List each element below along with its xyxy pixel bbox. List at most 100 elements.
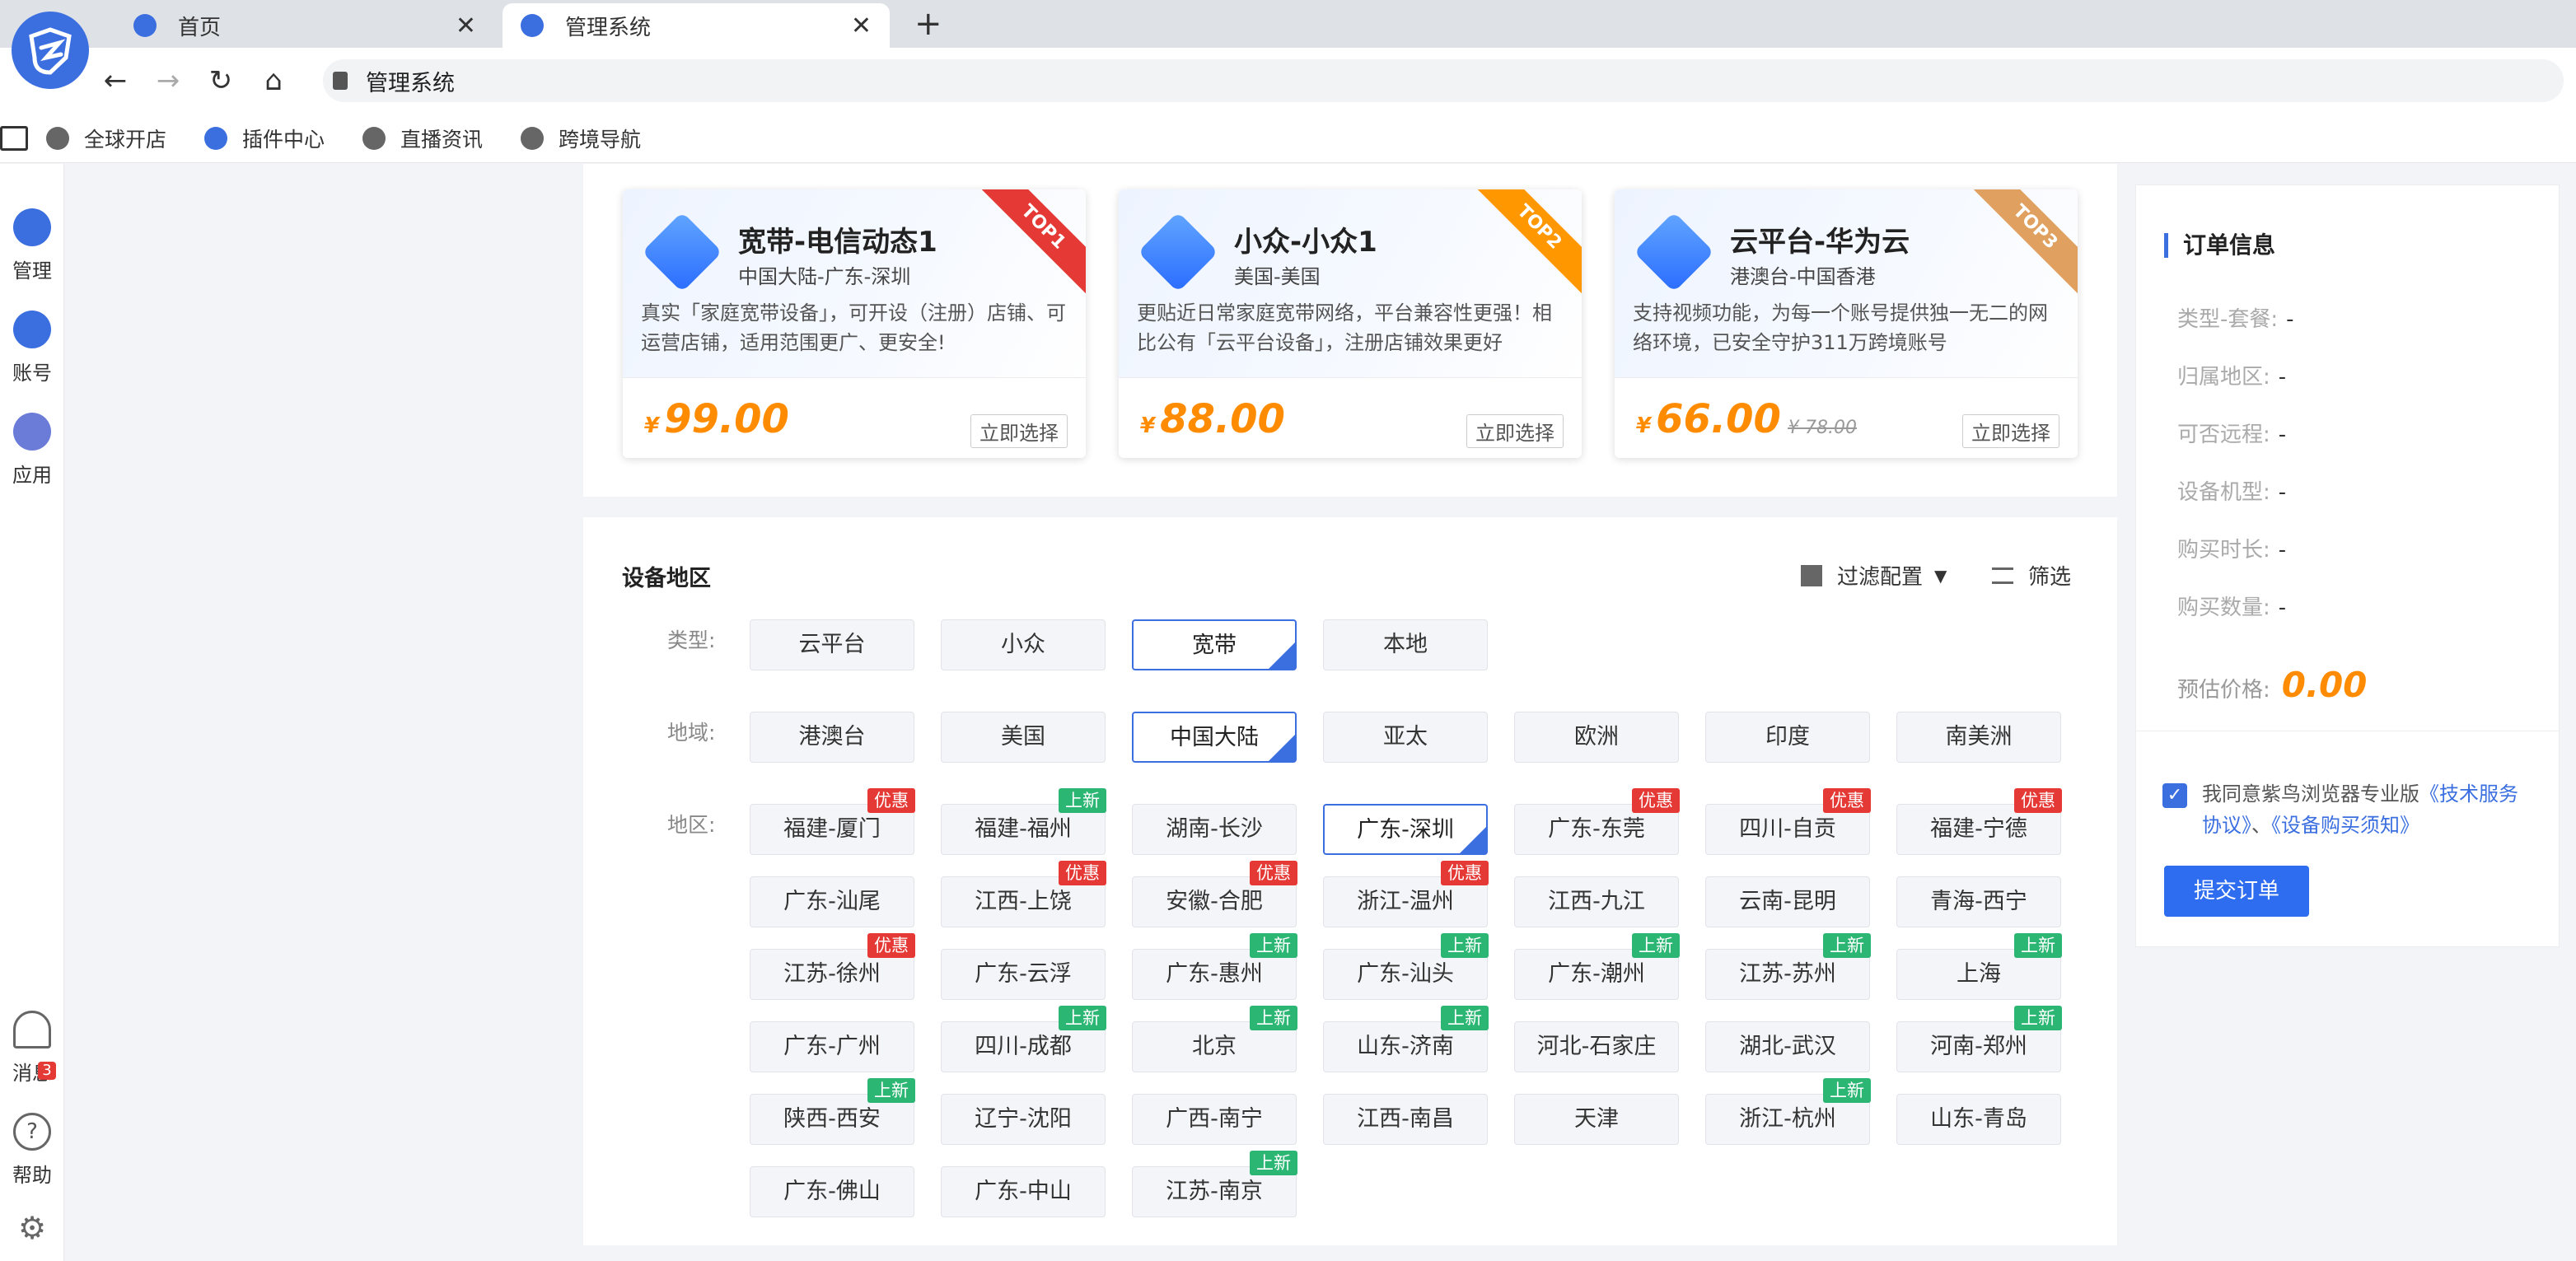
order-label: 购买时长: [2177,538,2270,563]
agree-separator: 、 [2251,814,2271,837]
region-option[interactable]: 江西-九江 [1514,876,1679,927]
region-option[interactable]: 广东-惠州 上新 [1132,933,1297,1000]
region-option[interactable]: 北京 上新 [1132,1006,1297,1072]
tab-home[interactable]: 首页 ✕ [115,3,494,48]
price-value: 88.00 [1160,396,1285,442]
tab-management[interactable]: 管理系统 ✕ [503,3,890,48]
filter-button[interactable]: 筛选 [1992,560,2071,591]
bookmark-label: 全球开店 [84,127,167,152]
area-option[interactable]: 南美洲 [1896,712,2061,763]
back-button[interactable]: ← [96,61,135,100]
region-option-label: 北京 [1192,1034,1237,1059]
featured-card[interactable]: 小众-小众1 美国-美国 更贴近日常家庭宽带网络，平台兼容性更强！相比公有「云平… [1119,189,1582,458]
region-option[interactable]: 江苏-苏州 上新 [1705,933,1871,1000]
reload-button[interactable]: ↻ [201,61,241,100]
region-option[interactable]: 四川-自贡 优惠 [1705,788,1871,855]
region-option[interactable]: 广西-南宁 [1132,1094,1297,1145]
region-option[interactable]: 江西-上饶 优惠 [941,861,1106,927]
region-option[interactable]: 广东-佛山 [750,1166,914,1217]
region-option[interactable]: 安徽-合肥 优惠 [1132,861,1297,927]
region-option[interactable]: 福建-宁德 优惠 [1896,788,2062,855]
region-option[interactable]: 云南-昆明 [1705,876,1870,927]
region-option[interactable]: 广东-云浮 [941,949,1106,1000]
region-option[interactable]: 河北-石家庄 [1514,1021,1679,1072]
bookmark-login-icon[interactable] [0,125,28,151]
order-label: 设备机型: [2177,480,2270,505]
featured-card[interactable]: 云平台-华为云 港澳台-中国香港 支持视频功能，为每一个账号提供独一无二的网络环… [1615,189,2078,458]
close-tab-icon[interactable]: ✕ [456,12,476,40]
settings-icon[interactable]: ⚙ [0,1210,64,1246]
area-option[interactable]: 欧洲 [1514,712,1679,763]
region-option[interactable]: 辽宁-沈阳 [941,1094,1106,1145]
area-option[interactable]: 港澳台 [750,712,914,763]
select-button[interactable]: 立即选择 [1466,414,1564,448]
price-value: 99.00 [664,396,789,442]
region-option[interactable]: 青海-西宁 [1896,876,2061,927]
region-option[interactable]: 湖南-长沙 [1132,804,1297,855]
type-option[interactable]: 云平台 [750,619,914,670]
sidebar-item-manage[interactable]: 管理 [0,208,64,283]
purchase-notice-link[interactable]: 《设备购买须知》 [2271,814,2419,837]
region-option[interactable]: 江苏-南京 上新 [1132,1151,1297,1217]
region-option[interactable]: 广东-汕头 上新 [1323,933,1489,1000]
area-option[interactable]: 印度 [1705,712,1870,763]
sidebar-item-help[interactable]: ? 帮助 [0,1113,64,1188]
region-option[interactable]: 福建-厦门 优惠 [750,788,915,855]
region-option[interactable]: 广东-中山 [941,1166,1106,1217]
region-option[interactable]: 陕西-西安 上新 [750,1078,915,1145]
region-option[interactable]: 湖北-武汉 [1705,1021,1870,1072]
region-option[interactable]: 浙江-温州 优惠 [1323,861,1489,927]
region-option-label: 福建-宁德 [1930,816,2027,842]
select-button[interactable]: 立即选择 [1962,414,2059,448]
new-badge: 上新 [1823,1078,1871,1103]
region-option[interactable]: 广东-潮州 上新 [1514,933,1680,1000]
sidebar-item-apps[interactable]: 应用 [0,413,64,488]
featured-card[interactable]: 宽带-电信动态1 中国大陆-广东-深圳 真实「家庭宽带设备」，可开设（注册）店铺… [623,189,1086,458]
filter-config-button[interactable]: 过滤配置 ▼ [1801,560,1947,591]
region-option[interactable]: 上海 上新 [1896,933,2062,1000]
forward-button[interactable]: → [148,61,188,100]
new-tab-button[interactable]: + [914,3,942,44]
home-button[interactable]: ⌂ [254,61,293,100]
region-option-label: 广东-汕头 [1357,961,1454,987]
select-button[interactable]: 立即选择 [970,414,1068,448]
area-option[interactable]: 中国大陆 ✓ [1132,712,1318,763]
region-option[interactable]: 江苏-徐州 优惠 [750,933,915,1000]
type-option[interactable]: 小众 [941,619,1106,670]
region-option[interactable]: 河南-郑州 上新 [1896,1006,2062,1072]
bookmark-item[interactable]: 全球开店 [46,124,166,153]
region-option[interactable]: 广东-汕尾 [750,876,914,927]
submit-order-button[interactable]: 提交订单 [2164,866,2309,917]
url-text: 管理系统 [366,70,455,96]
region-option[interactable]: 广东-深圳 ✓ [1323,804,1509,855]
sidebar-item-label: 应用 [12,464,52,487]
bookmark-item[interactable]: 直播资讯 [362,124,483,153]
close-tab-icon[interactable]: ✕ [851,12,872,40]
section-title: 设备地区 [622,566,711,591]
region-option[interactable]: 浙江-杭州 上新 [1705,1078,1871,1145]
region-option[interactable]: 山东-青岛 [1896,1094,2061,1145]
logo-shield-icon [29,27,72,75]
sidebar-item-messages[interactable]: 消息 3 [0,1011,64,1086]
area-option[interactable]: 美国 [941,712,1106,763]
agree-checkbox[interactable]: ✓ [2162,783,2187,808]
url-field[interactable]: 管理系统 [323,59,2564,102]
type-option[interactable]: 本地 [1323,619,1488,670]
sidebar-item-account[interactable]: 账号 [0,311,64,385]
bookmark-item[interactable]: 跨境导航 [521,124,641,153]
area-option-label: 欧洲 [1574,724,1619,750]
region-option-label: 浙江-杭州 [1739,1106,1836,1132]
type-option[interactable]: 宽带 ✓ [1132,619,1318,670]
card-price: ¥88.00 [1140,396,1285,442]
selected-check-icon: ✓ [1460,827,1509,853]
area-option[interactable]: 亚太 [1323,712,1488,763]
region-option[interactable]: 广东-广州 [750,1021,914,1072]
region-option[interactable]: 福建-福州 上新 [941,788,1106,855]
region-option[interactable]: 江西-南昌 [1323,1094,1488,1145]
region-option[interactable]: 天津 [1514,1094,1679,1145]
region-option[interactable]: 广东-东莞 优惠 [1514,788,1680,855]
region-option[interactable]: 山东-济南 上新 [1323,1006,1489,1072]
region-option[interactable]: 四川-成都 上新 [941,1006,1106,1072]
message-count-badge: 3 [38,1062,56,1080]
bookmark-item[interactable]: 插件中心 [204,124,325,153]
